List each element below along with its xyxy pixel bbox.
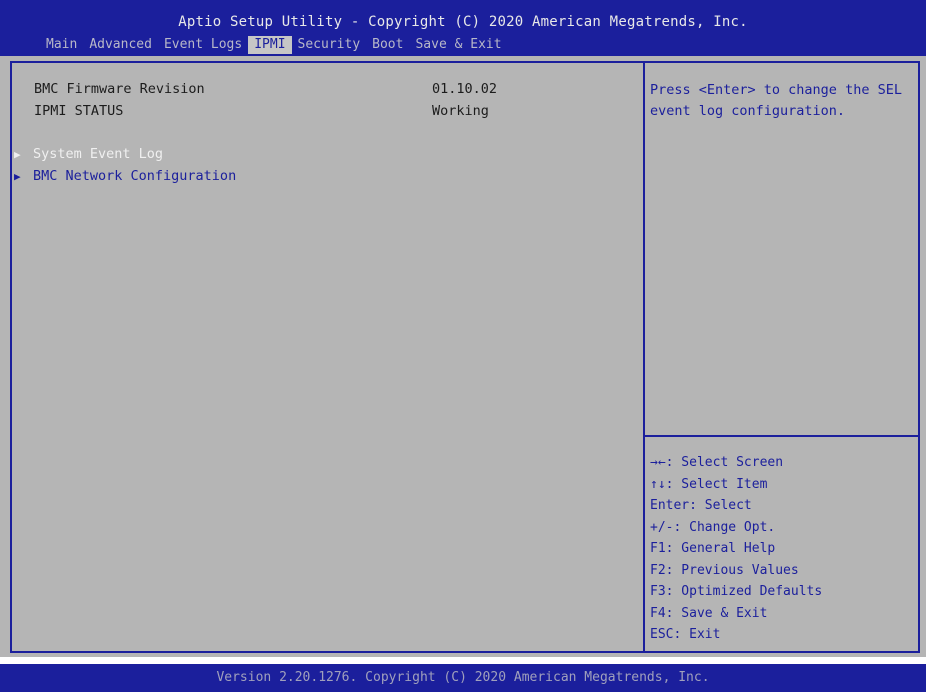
info-value: 01.10.02 <box>432 81 498 97</box>
tab-bar: Main Advanced Event Logs IPMI Security B… <box>40 36 508 54</box>
version-text: Version 2.20.1276. Copyright (C) 2020 Am… <box>216 670 710 685</box>
tab-advanced[interactable]: Advanced <box>83 36 158 54</box>
submenu-arrow-icon: ▶ <box>14 148 21 161</box>
bios-screen: Aptio Setup Utility - Copyright (C) 2020… <box>0 0 926 692</box>
key-hint: Enter: Select <box>650 498 752 513</box>
submenu-system-event-log[interactable]: System Event Log <box>33 146 163 162</box>
tab-event-logs[interactable]: Event Logs <box>158 36 248 54</box>
key-hint: ↑↓: Select Item <box>650 476 768 492</box>
key-hint: F3: Optimized Defaults <box>650 584 823 599</box>
app-title: Aptio Setup Utility - Copyright (C) 2020… <box>178 14 748 30</box>
panel-divider <box>643 61 645 653</box>
submenu-bmc-network-configuration[interactable]: BMC Network Configuration <box>33 168 236 184</box>
footer-bar: Version 2.20.1276. Copyright (C) 2020 Am… <box>0 664 926 692</box>
help-divider <box>645 435 918 437</box>
key-hint: F4: Save & Exit <box>650 605 768 621</box>
key-hint: F1: General Help <box>650 541 776 556</box>
key-legend: →←: Select Screen ↑↓: Select Item Enter:… <box>650 452 912 646</box>
tab-boot[interactable]: Boot <box>366 36 409 54</box>
info-row-bmc-firmware: BMC Firmware Revision 01.10.02 <box>34 81 497 97</box>
info-label: BMC Firmware Revision <box>34 81 205 97</box>
help-description: Press <Enter> to change the SEL event lo… <box>650 82 902 119</box>
key-hint: →←: Select Screen <box>650 455 784 470</box>
key-hint: +/-: Change Opt. <box>650 519 776 535</box>
tab-main[interactable]: Main <box>40 36 83 54</box>
submenu-arrow-icon: ▶ <box>14 170 21 183</box>
key-hint: ESC: Exit <box>650 627 721 642</box>
info-label: IPMI STATUS <box>34 103 124 119</box>
tab-security[interactable]: Security <box>292 36 367 54</box>
info-value: Working <box>432 103 489 119</box>
tab-save-exit[interactable]: Save & Exit <box>409 36 507 54</box>
key-hint: F2: Previous Values <box>650 562 799 578</box>
info-row-ipmi-status: IPMI STATUS Working <box>34 103 489 119</box>
header-bar: Aptio Setup Utility - Copyright (C) 2020… <box>0 0 926 56</box>
tab-ipmi[interactable]: IPMI <box>248 36 292 54</box>
